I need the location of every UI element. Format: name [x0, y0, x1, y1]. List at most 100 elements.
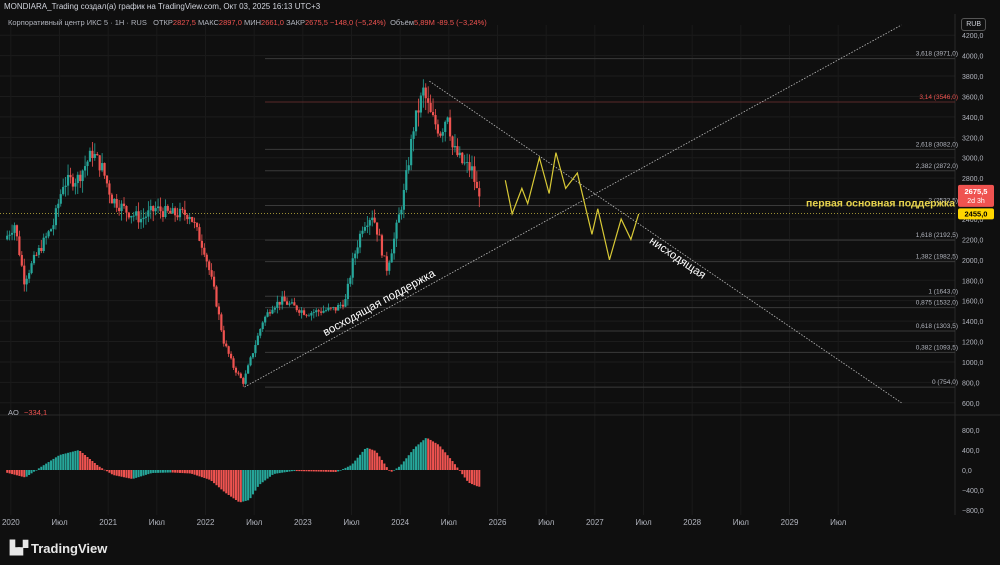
candle	[324, 307, 328, 313]
candle-body	[371, 217, 374, 221]
candle	[171, 202, 174, 214]
candle	[69, 167, 72, 184]
price-tick: 1600,0	[962, 299, 984, 306]
ao-bar	[237, 470, 240, 502]
candle	[276, 295, 279, 314]
candle	[278, 301, 281, 311]
candle-body	[200, 240, 203, 248]
candle-body	[322, 310, 325, 313]
ao-bar	[310, 470, 313, 472]
ao-bar	[247, 470, 250, 501]
candle-body	[390, 253, 393, 263]
ascending-trendline-label: восходящая поддержка	[321, 267, 438, 339]
candle	[427, 86, 430, 114]
candle	[444, 120, 447, 142]
candle-body	[62, 186, 65, 195]
candle	[195, 221, 199, 231]
candle-body	[346, 283, 349, 300]
candle-body	[295, 305, 298, 311]
candle-body	[268, 312, 272, 314]
ao-bar	[466, 470, 469, 481]
candle	[103, 162, 106, 179]
ao-bar	[461, 470, 464, 475]
candle-body	[20, 254, 23, 266]
candle-body	[312, 312, 315, 314]
candle	[35, 252, 38, 257]
ao-bar	[30, 470, 33, 474]
tradingview-logo[interactable]: ▙▞ TradingView	[10, 540, 107, 556]
ao-bar	[166, 470, 169, 473]
candle	[76, 171, 79, 195]
ao-bar	[402, 461, 405, 470]
candle	[461, 151, 464, 165]
candle	[110, 192, 113, 204]
candle-body	[278, 301, 281, 305]
candle	[312, 309, 315, 319]
ao-bar	[388, 470, 391, 471]
candle-body	[32, 254, 36, 264]
ao-bar	[196, 470, 199, 476]
candle-body	[35, 254, 38, 256]
candle-body	[429, 102, 432, 113]
candle	[288, 301, 291, 307]
candle	[212, 271, 216, 290]
candle	[441, 128, 444, 143]
ao-bar	[273, 470, 276, 474]
ao-bar	[120, 470, 123, 477]
candle-body	[10, 232, 14, 235]
ao-bar	[290, 470, 293, 472]
candles	[6, 79, 481, 387]
candle	[273, 305, 276, 313]
candle	[419, 92, 422, 118]
candle-body	[118, 207, 121, 212]
ao-bar	[225, 470, 228, 494]
candle-body	[13, 225, 16, 233]
ao-bar	[115, 470, 118, 476]
candle-body	[341, 304, 345, 307]
candle-body	[135, 211, 138, 216]
candle	[139, 210, 143, 229]
ao-bar	[256, 470, 259, 487]
candle-body	[18, 236, 21, 255]
candle	[285, 297, 289, 306]
ao-bar	[74, 450, 77, 470]
ao-bar	[339, 470, 342, 471]
candle	[268, 309, 272, 317]
candle-body	[368, 220, 371, 226]
candle	[380, 233, 384, 259]
candle	[98, 155, 101, 177]
candle	[149, 199, 152, 219]
price-chart[interactable]: 600,0 800,0 1000,0 1200,0 1400,0 1600,0 1800,0…	[0, 0, 1000, 565]
ao-bar	[342, 469, 345, 470]
candle-body	[86, 161, 89, 167]
candle	[451, 135, 454, 155]
ao-bar	[161, 470, 164, 473]
candle-body	[171, 208, 174, 214]
candle-body	[281, 296, 284, 305]
candle	[358, 230, 362, 254]
ao-bar	[429, 439, 432, 470]
candle-body	[473, 166, 476, 182]
candle-body	[285, 301, 289, 305]
candle-body	[307, 315, 311, 317]
candle	[208, 259, 211, 276]
ao-bar	[76, 450, 79, 470]
ao-bar	[395, 468, 398, 470]
candle-body	[388, 262, 391, 271]
ao-bar	[286, 470, 289, 472]
ao-bar	[281, 470, 284, 473]
candle-body	[448, 117, 452, 137]
candle	[130, 215, 133, 224]
candle-body	[113, 198, 116, 204]
ao-bar	[378, 456, 381, 470]
candle	[234, 366, 238, 376]
ao-bar	[244, 470, 247, 501]
price-tick: 1400,0	[962, 319, 984, 326]
candle-body	[339, 304, 342, 306]
candle-body	[463, 162, 466, 164]
candle	[120, 200, 123, 221]
candle-body	[108, 183, 111, 195]
candle-body	[239, 373, 242, 379]
candle	[371, 210, 374, 227]
ao-bar	[217, 470, 220, 488]
